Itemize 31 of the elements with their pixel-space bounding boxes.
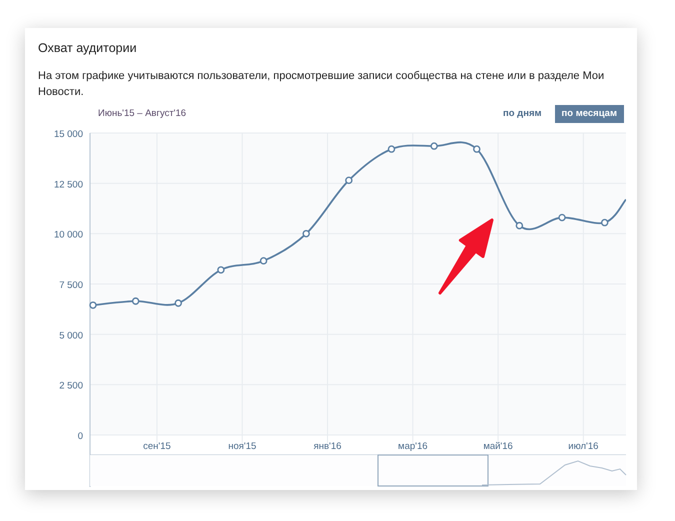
data-point[interactable]: [430, 142, 438, 150]
card-title: Охват аудитории: [38, 40, 138, 57]
period-label: Июнь'15 – Август'16: [98, 106, 186, 121]
x-axis-label: сен'15: [143, 441, 171, 452]
data-point[interactable]: [558, 214, 566, 222]
y-axis-label: 5 000: [59, 330, 83, 342]
card-description: На этом графике учитываются пользователи, просмотревшие записи сообщества на стене или в разделе Мои Новости.: [38, 68, 606, 100]
y-axis-label: 2 500: [59, 380, 83, 392]
x-axis-label: ноя'15: [228, 441, 256, 452]
data-point[interactable]: [600, 218, 608, 226]
data-point[interactable]: [302, 230, 310, 238]
data-point[interactable]: [89, 301, 97, 309]
x-axis-label: май'16: [483, 441, 513, 452]
y-axis-label: 15 000: [54, 129, 83, 140]
y-axis-label: 10 000: [54, 230, 83, 241]
y-axis-label: 7 500: [59, 280, 83, 291]
data-point[interactable]: [217, 266, 225, 274]
data-point[interactable]: [388, 145, 396, 153]
x-axis-label: июл'16: [568, 441, 598, 452]
period-tab[interactable]: по дням: [496, 104, 549, 123]
data-point[interactable]: [473, 145, 480, 153]
period-tab[interactable]: по месяцам: [554, 104, 624, 123]
y-axis-label: 0: [78, 431, 83, 442]
y-axis-label: 12 500: [54, 179, 83, 190]
data-point[interactable]: [132, 297, 140, 305]
data-point[interactable]: [174, 299, 182, 307]
x-axis-label: янв'16: [314, 441, 342, 452]
data-point[interactable]: [260, 257, 268, 265]
data-point[interactable]: [516, 222, 524, 230]
x-axis-label: мар'16: [398, 441, 428, 452]
data-point[interactable]: [345, 176, 353, 184]
